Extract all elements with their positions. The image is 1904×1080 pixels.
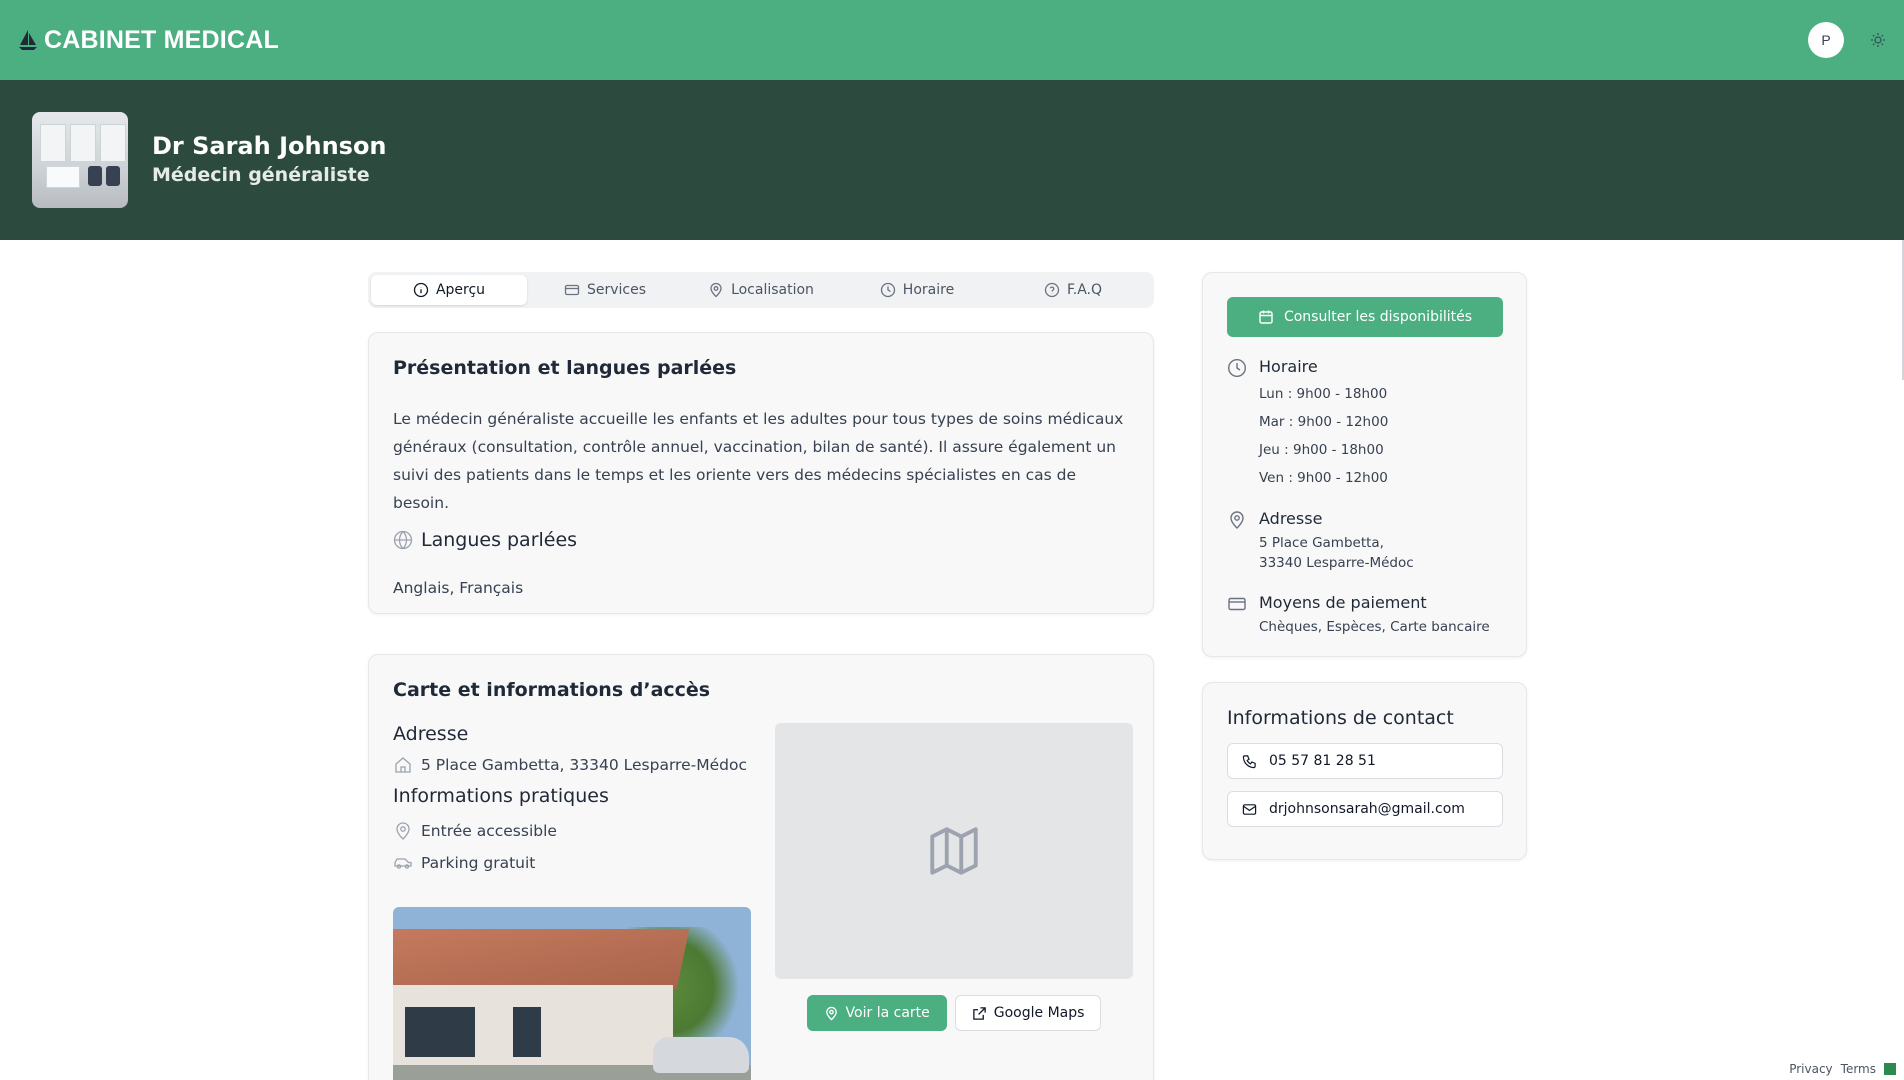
- phone-link[interactable]: 05 57 81 28 51: [1227, 743, 1503, 779]
- tab-label: Aperçu: [435, 282, 486, 298]
- hours-line: Mar : 9h00 - 12h00: [1259, 414, 1389, 430]
- home-icon: [395, 757, 411, 773]
- doctor-hero: Dr Sarah Johnson Médecin généraliste: [0, 80, 1904, 240]
- access-title: Carte et informations d’accès: [393, 679, 711, 701]
- hours-section: Horaire Lun : 9h00 - 18h00 Mar : 9h00 - …: [1227, 357, 1502, 489]
- info-sidebar-card: Consulter les disponibilités Horaire Lun…: [1202, 272, 1527, 657]
- recaptcha-icon: [1884, 1063, 1896, 1075]
- tab-label: Localisation: [731, 282, 814, 298]
- map-pin-icon: [825, 1006, 837, 1020]
- hours-line: Ven : 9h00 - 12h00: [1259, 470, 1388, 486]
- sidebar-address-title: Adresse: [1259, 509, 1323, 528]
- hours-title: Horaire: [1259, 357, 1318, 376]
- email-address: drjohnsonsarah@gmail.com: [1269, 801, 1465, 817]
- view-map-button[interactable]: Voir la carte: [806, 995, 947, 1031]
- building-photo: [393, 907, 751, 1080]
- top-bar: CABINET MEDICAL P: [0, 0, 1904, 80]
- practical-item: Entrée accessible: [393, 821, 751, 841]
- privacy-link[interactable]: Privacy: [1789, 1062, 1832, 1076]
- availability-button[interactable]: Consulter les disponibilités: [1227, 297, 1503, 337]
- globe-icon: [393, 530, 413, 550]
- sailboat-icon: [18, 29, 38, 51]
- tab-faq[interactable]: F.A.Q: [995, 275, 1151, 305]
- practical-heading: Informations pratiques: [393, 785, 609, 807]
- google-maps-button[interactable]: Google Maps: [954, 995, 1102, 1031]
- doctor-name: Dr Sarah Johnson: [152, 132, 387, 160]
- email-link[interactable]: drjohnsonsarah@gmail.com: [1227, 791, 1503, 827]
- map-placeholder[interactable]: [775, 723, 1133, 979]
- payment-section: Moyens de paiement Chèques, Espèces, Car…: [1227, 593, 1502, 637]
- phone-number: 05 57 81 28 51: [1269, 753, 1376, 769]
- languages-title: Langues parlées: [421, 529, 578, 551]
- payment-title: Moyens de paiement: [1259, 593, 1427, 612]
- sidebar-address-line: 5 Place Gambetta,: [1259, 535, 1384, 551]
- tab-bar: Aperçu Services Localisation Horaire F.A…: [368, 272, 1154, 308]
- tab-label: F.A.Q: [1066, 282, 1103, 298]
- payment-methods: Chèques, Espèces, Carte bancaire: [1259, 619, 1490, 635]
- languages-list: Anglais, Français: [393, 579, 524, 597]
- practical-item: Parking gratuit: [393, 853, 751, 873]
- doctor-specialty: Médecin généraliste: [152, 164, 370, 186]
- map-pin-icon: [1230, 511, 1244, 529]
- sidebar-address-section: Adresse 5 Place Gambetta, 33340 Lesparre…: [1227, 509, 1502, 573]
- tab-localisation[interactable]: Localisation: [683, 275, 839, 305]
- map-pin-icon: [396, 822, 410, 840]
- presentation-title: Présentation et langues parlées: [393, 357, 737, 379]
- tab-services[interactable]: Services: [527, 275, 683, 305]
- sidebar-address-line: 33340 Lesparre-Médoc: [1259, 555, 1414, 571]
- hours-line: Lun : 9h00 - 18h00: [1259, 386, 1388, 402]
- contact-card: Informations de contact 05 57 81 28 51 d…: [1202, 682, 1527, 860]
- tab-label: Horaire: [902, 282, 955, 298]
- mail-icon: [1242, 803, 1257, 815]
- info-icon: [413, 282, 429, 298]
- doctor-office-photo: [32, 112, 128, 208]
- terms-link[interactable]: Terms: [1841, 1062, 1876, 1076]
- languages-heading: Langues parlées: [393, 529, 1129, 551]
- clock-icon: [880, 282, 895, 298]
- brand-name: CABINET MEDICAL: [44, 25, 279, 54]
- clock-icon: [1227, 358, 1247, 378]
- sun-icon[interactable]: [1870, 32, 1886, 48]
- tab-apercu[interactable]: Aperçu: [371, 275, 527, 305]
- map-pin-icon: [710, 282, 722, 298]
- presentation-text: Le médecin généraliste accueille les enf…: [393, 410, 1124, 512]
- credit-card-icon: [564, 284, 580, 296]
- brand[interactable]: CABINET MEDICAL: [18, 26, 279, 55]
- phone-icon: [1242, 754, 1256, 768]
- contact-title: Informations de contact: [1227, 707, 1454, 729]
- car-icon: [394, 858, 412, 869]
- presentation-card: Présentation et langues parlées Le médec…: [368, 332, 1154, 614]
- address-line: 5 Place Gambetta, 33340 Lesparre-Médoc: [393, 755, 751, 775]
- tab-horaire[interactable]: Horaire: [839, 275, 995, 305]
- avatar[interactable]: P: [1808, 22, 1844, 58]
- map-icon: [930, 827, 978, 875]
- footer-links: Privacy Terms: [1789, 1062, 1896, 1076]
- address-heading: Adresse: [393, 723, 469, 745]
- hours-line: Jeu : 9h00 - 18h00: [1259, 442, 1384, 458]
- address-text: 5 Place Gambetta, 33340 Lesparre-Médoc: [421, 756, 747, 774]
- help-circle-icon: [1044, 282, 1060, 298]
- credit-card-icon: [1228, 597, 1246, 611]
- tab-label: Services: [586, 282, 647, 298]
- access-card: Carte et informations d’accès Adresse 5 …: [368, 654, 1154, 1080]
- calendar-icon: [1259, 310, 1273, 324]
- external-link-icon: [972, 1006, 986, 1020]
